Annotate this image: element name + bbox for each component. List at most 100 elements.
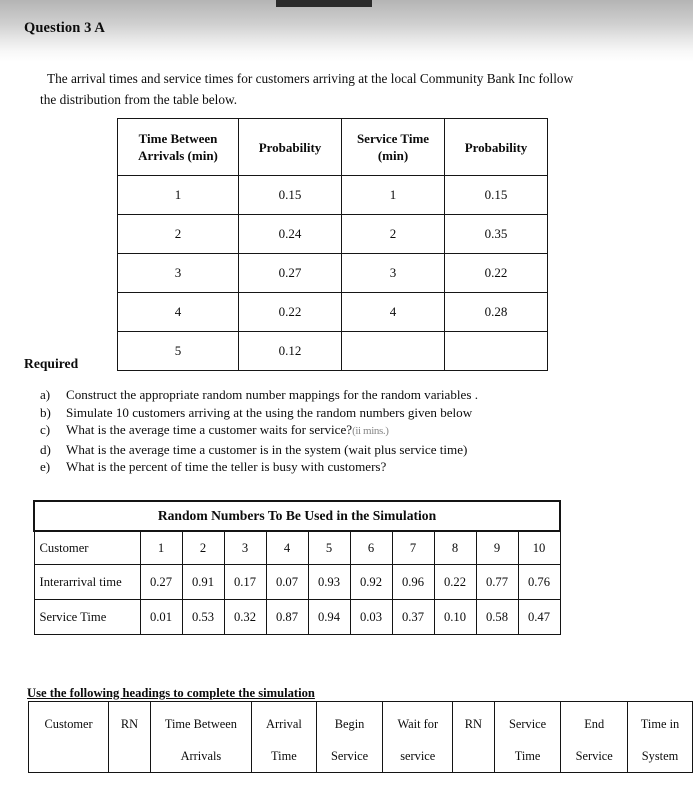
list-item-text: What is the average time a customer is i… — [66, 441, 468, 457]
simulation-headings-table: Customer RN Time Between Arrivals Arriva… — [27, 701, 693, 773]
cell-arrival-prob: 0.22 — [238, 292, 342, 332]
header-line-1: Arrival — [266, 717, 302, 731]
cell-service: 0.37 — [391, 599, 435, 635]
page-title: Question 3 A — [24, 20, 105, 36]
column-header-service-time: Service Time — [493, 701, 562, 773]
table-row-service-time: Service Time 0.01 0.53 0.32 0.87 0.94 0.… — [33, 599, 561, 635]
cell-arrival-value: 4 — [117, 292, 239, 332]
cell-customer: 4 — [265, 530, 309, 565]
list-item-marker: a) — [40, 387, 51, 402]
random-numbers-table: Random Numbers To Be Used in the Simulat… — [33, 500, 561, 635]
cell-interarrival: 0.96 — [391, 564, 435, 600]
required-heading: Required — [24, 356, 79, 371]
cell-arrival-value: 1 — [117, 175, 239, 215]
cell-arrival-prob: 0.27 — [238, 253, 342, 293]
cell-interarrival: 0.27 — [139, 564, 183, 600]
header-line-1: RN — [464, 717, 483, 731]
cell-interarrival: 0.17 — [223, 564, 267, 600]
cell-service-prob — [444, 331, 548, 371]
cell-interarrival: 0.91 — [181, 564, 225, 600]
cell-service-prob: 0.22 — [444, 253, 548, 293]
cell-arrival-prob: 0.12 — [238, 331, 342, 371]
cell-service-value: 4 — [341, 292, 445, 332]
list-item-illegible-note: (ii mins.) — [352, 425, 389, 438]
header-line-1: Service — [508, 717, 547, 731]
header-line-1: Begin — [334, 717, 365, 731]
header-line-2: Time — [271, 749, 297, 763]
header-line-1: Probability — [464, 139, 528, 155]
column-header-probability-arrivals: Probability — [238, 118, 342, 176]
cell-service: 0.53 — [181, 599, 225, 635]
document-page: Question 3 A The arrival times and servi… — [0, 0, 693, 792]
header-line-1: Wait for — [397, 717, 439, 731]
cell-interarrival: 0.76 — [517, 564, 561, 600]
cell-interarrival: 0.77 — [475, 564, 519, 600]
column-header-rn-service: RN — [452, 701, 495, 773]
required-list: a) Construct the appropriate random numbe… — [40, 386, 640, 476]
cell-interarrival: 0.07 — [265, 564, 309, 600]
header-line-2: Arrivals (min) — [138, 148, 218, 163]
cell-customer: 1 — [139, 530, 183, 565]
list-item-text: What is the average time a customer wait… — [66, 422, 353, 438]
column-header-service-time: Service Time (min) — [341, 118, 445, 176]
cell-service-value: 3 — [341, 253, 445, 293]
list-item-text: What is the percent of time the teller i… — [66, 459, 387, 475]
intro-paragraph: The arrival times and service times for … — [40, 68, 640, 110]
cell-customer: 6 — [349, 530, 393, 565]
list-item: b) Simulate 10 customers arriving at the … — [40, 404, 640, 422]
cell-service-prob: 0.28 — [444, 292, 548, 332]
cell-service-value: 1 — [341, 175, 445, 215]
table-row: 1 0.15 1 0.15 — [117, 175, 548, 215]
cell-customer: 7 — [391, 530, 435, 565]
table-row: 3 0.27 3 0.22 — [117, 253, 548, 293]
header-line-2: (min) — [377, 148, 409, 163]
row-label-customer: Customer — [33, 530, 141, 565]
list-item-text: Construct the appropriate random number … — [66, 387, 478, 402]
header-line-1: Time in — [640, 717, 680, 731]
table-row-customer: Customer 1 2 3 4 5 6 7 8 9 10 — [33, 530, 561, 565]
distribution-table: Time Between Arrivals (min) Probability … — [117, 118, 548, 371]
cell-service: 0.01 — [139, 599, 183, 635]
column-header-time-between-arrivals: Time Between Arrivals — [149, 701, 253, 773]
cell-interarrival: 0.22 — [433, 564, 477, 600]
header-line-1: Probability — [258, 139, 322, 155]
header-line-2: Time — [514, 749, 541, 763]
cell-customer: 10 — [517, 530, 561, 565]
cell-customer: 2 — [181, 530, 225, 565]
cell-arrival-value: 3 — [117, 253, 239, 293]
table-row: 5 0.12 — [117, 331, 548, 371]
list-item: a) Construct the appropriate random numbe… — [40, 386, 640, 404]
row-label-service-time: Service Time — [33, 599, 141, 635]
list-item-marker: b) — [40, 404, 51, 420]
cell-service: 0.47 — [517, 599, 561, 635]
column-header-customer: Customer — [27, 701, 110, 773]
cell-interarrival: 0.93 — [307, 564, 351, 600]
cell-arrival-value: 2 — [117, 214, 239, 254]
intro-line-2: the distribution from the table below. — [40, 92, 238, 107]
column-header-begin-service: Begin Service — [315, 701, 384, 773]
header-line-2: service — [400, 749, 436, 763]
cell-arrival-value: 5 — [117, 331, 239, 371]
column-header-arrival-time: Arrival Time — [251, 701, 317, 773]
table-row-interarrival: Interarrival time 0.27 0.91 0.17 0.07 0.… — [33, 564, 561, 600]
list-item-marker: c) — [40, 422, 51, 438]
cell-service-value — [341, 331, 445, 371]
column-header-wait-for-service: Wait for service — [382, 701, 454, 773]
row-label-interarrival-time: Interarrival time — [33, 564, 141, 600]
header-line-2: Arrivals — [180, 749, 222, 763]
header-line-1: RN — [120, 717, 139, 731]
cell-interarrival: 0.92 — [349, 564, 393, 600]
list-item-marker: e) — [40, 459, 51, 475]
header-line-2: Service — [575, 749, 613, 763]
table-title-row: Random Numbers To Be Used in the Simulat… — [33, 500, 561, 532]
header-line-1: End — [584, 717, 605, 731]
column-header-time-between-arrivals: Time Between Arrivals (min) — [117, 118, 239, 176]
cell-customer: 8 — [433, 530, 477, 565]
table-header-row: Customer RN Time Between Arrivals Arriva… — [27, 701, 693, 773]
column-header-end-service: End Service — [560, 701, 629, 773]
cell-arrival-prob: 0.15 — [238, 175, 342, 215]
cell-service: 0.87 — [265, 599, 309, 635]
list-item-text: Simulate 10 customers arriving at the us… — [66, 404, 473, 420]
simulation-instruction: Use the following headings to complete t… — [27, 686, 315, 700]
cell-customer: 9 — [475, 530, 519, 565]
